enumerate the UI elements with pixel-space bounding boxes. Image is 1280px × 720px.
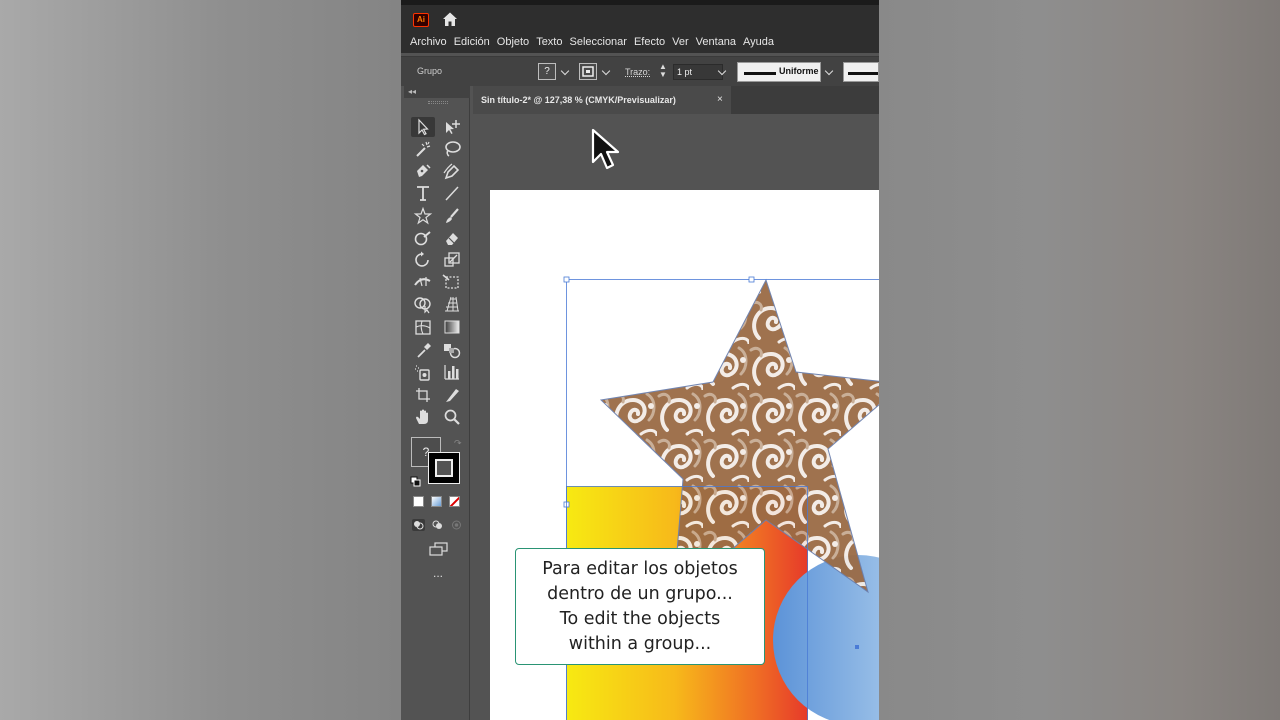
direct-selection-tool-icon[interactable] [440, 117, 464, 137]
mouse-cursor-icon [591, 128, 621, 172]
document-tab[interactable]: Sin título-2* @ 127,38 % (CMYK/Previsual… [473, 86, 731, 114]
document-tab-bar: Sin título-2* @ 127,38 % (CMYK/Previsual… [473, 86, 879, 114]
swap-fill-stroke-icon[interactable]: ↷ [454, 438, 464, 448]
selection-tool-icon[interactable] [411, 117, 435, 137]
lasso-tool-icon[interactable] [440, 139, 464, 159]
gradient-tool-icon[interactable] [440, 317, 464, 337]
default-fill-stroke-icon[interactable] [410, 475, 422, 487]
control-bar: Grupo ? Trazo: ▲ ▼ 1 pt Uniforme [401, 56, 879, 86]
draw-behind-icon[interactable] [431, 518, 444, 530]
center-point [855, 645, 859, 649]
draw-inside-icon[interactable] [450, 518, 463, 530]
free-transform-tool-icon[interactable] [440, 272, 464, 292]
mesh-tool-icon[interactable] [411, 317, 435, 337]
slice-tool-icon[interactable] [440, 385, 464, 405]
edit-toolbar-icon[interactable]: ... [428, 567, 448, 579]
stroke-profile-select[interactable]: Uniforme [737, 62, 821, 82]
eyedropper-tool-icon[interactable] [411, 340, 435, 360]
menu-archivo[interactable]: Archivo [410, 33, 454, 53]
panel-grip[interactable] [428, 101, 448, 104]
app-logo: Ai [413, 13, 429, 27]
tools-panel: ◂◂ ? ↷ ... [404, 86, 470, 720]
profile-dropdown-icon[interactable] [824, 66, 834, 76]
selection-handle [748, 276, 755, 283]
brush-line-icon [848, 72, 878, 75]
caption-line: Para editar los objetos [542, 559, 738, 579]
shaper-tool-icon[interactable] [411, 228, 435, 248]
symbol-sprayer-tool-icon[interactable] [411, 362, 435, 382]
caption-line: within a group... [568, 634, 712, 654]
star-tool-icon[interactable] [411, 206, 435, 226]
stroke-weight-stepper-icon[interactable]: ▲ ▼ [658, 63, 668, 81]
perspective-grid-tool-icon[interactable] [440, 294, 464, 314]
menu-bar: Archivo Edición Objeto Texto Seleccionar… [401, 33, 879, 53]
shape-builder-tool-icon[interactable] [411, 294, 435, 314]
stroke-label[interactable]: Trazo: [625, 67, 650, 77]
fill-swatch[interactable]: ? [538, 63, 556, 80]
home-icon[interactable] [441, 10, 459, 28]
gradient-mode-icon[interactable] [431, 496, 442, 507]
stroke-swatch[interactable] [579, 63, 597, 80]
profile-line-icon [744, 72, 776, 75]
profile-label: Uniforme [779, 66, 819, 76]
caption-line: To edit the objects [559, 609, 721, 629]
draw-normal-icon[interactable] [412, 518, 425, 531]
stroke-color-swatch[interactable] [428, 452, 460, 484]
background-right [879, 0, 1280, 720]
type-tool-icon[interactable] [411, 183, 435, 203]
menu-ayuda[interactable]: Ayuda [743, 33, 781, 53]
rotate-tool-icon[interactable] [411, 250, 435, 270]
paintbrush-tool-icon[interactable] [440, 206, 464, 226]
selection-type-label: Grupo [417, 66, 443, 76]
stroke-weight-field[interactable]: 1 pt [673, 64, 723, 80]
blend-tool-icon[interactable] [440, 340, 464, 360]
menu-ventana[interactable]: Ventana [696, 33, 743, 53]
hand-tool-icon[interactable] [411, 407, 435, 427]
column-graph-tool-icon[interactable] [440, 362, 464, 382]
screen-mode-icon[interactable] [428, 541, 450, 557]
magic-wand-tool-icon[interactable] [411, 139, 435, 159]
background-left [0, 0, 401, 720]
menu-seleccionar[interactable]: Seleccionar [569, 33, 633, 53]
title-bar: Ai [401, 5, 879, 33]
menu-edicion[interactable]: Edición [454, 33, 497, 53]
menu-ver[interactable]: Ver [672, 33, 696, 53]
curvature-tool-icon[interactable] [440, 161, 464, 181]
line-tool-icon[interactable] [440, 183, 464, 203]
pen-tool-icon[interactable] [411, 161, 435, 181]
stroke-dropdown-icon[interactable] [601, 66, 611, 76]
selection-handle [563, 276, 570, 283]
none-mode-icon[interactable] [449, 496, 460, 507]
zoom-tool-icon[interactable] [440, 407, 464, 427]
document-tab-title: Sin título-2* @ 127,38 % (CMYK/Previsual… [481, 95, 676, 105]
menu-efecto[interactable]: Efecto [634, 33, 672, 53]
menu-objeto[interactable]: Objeto [497, 33, 536, 53]
eraser-tool-icon[interactable] [440, 228, 464, 248]
illustrator-window: Ai Archivo Edición Objeto Texto Seleccio… [401, 0, 879, 720]
caption-line: dentro de un grupo... [547, 584, 733, 604]
width-tool-icon[interactable] [411, 272, 435, 292]
tools-panel-collapse[interactable]: ◂◂ [404, 86, 470, 98]
artboard-tool-icon[interactable] [411, 385, 435, 405]
menu-texto[interactable]: Texto [536, 33, 569, 53]
fill-dropdown-icon[interactable] [560, 66, 570, 76]
color-mode-icon[interactable] [413, 496, 424, 507]
scale-tool-icon[interactable] [440, 250, 464, 270]
tutorial-caption: Para editar los objetos dentro de un gru… [515, 548, 765, 665]
brush-definition-select[interactable] [843, 62, 879, 82]
close-icon[interactable]: × [717, 94, 723, 105]
